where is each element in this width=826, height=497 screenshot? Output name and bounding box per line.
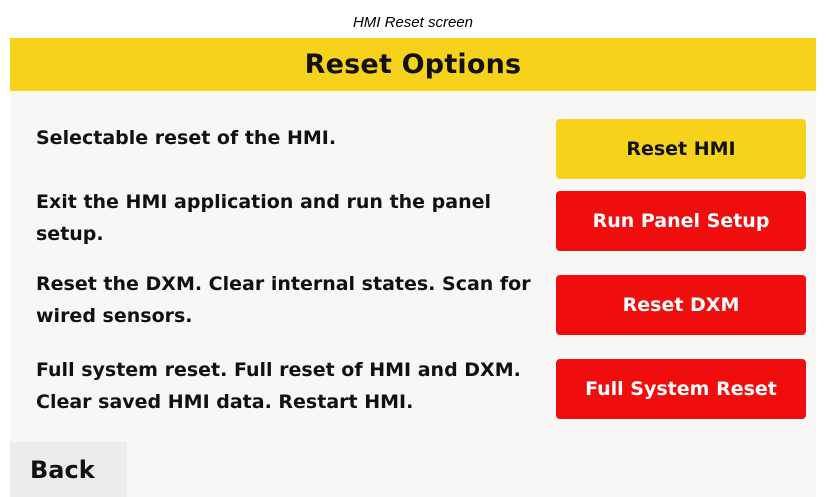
reset-dxm-button[interactable]: Reset DXM: [556, 275, 806, 335]
reset-dxm-description: Reset the DXM. Clear internal states. Sc…: [36, 273, 531, 327]
page-title: Reset Options: [304, 49, 522, 80]
reset-hmi-button[interactable]: Reset HMI: [556, 119, 806, 179]
reset-hmi-description: Selectable reset of the HMI.: [36, 127, 337, 149]
full-system-reset-button[interactable]: Full System Reset: [556, 359, 806, 419]
run-panel-setup-description: Exit the HMI application and run the pan…: [36, 191, 492, 245]
title-bar: Reset Options: [10, 38, 816, 91]
full-system-reset-description: Full system reset. Full reset of HMI and…: [36, 359, 521, 413]
figure-caption: HMI Reset screen: [352, 14, 474, 31]
hmi-screen: Reset Options Selectable reset of the HM…: [10, 38, 816, 497]
back-button[interactable]: Back: [10, 442, 127, 497]
run-panel-setup-button[interactable]: Run Panel Setup: [556, 191, 806, 251]
